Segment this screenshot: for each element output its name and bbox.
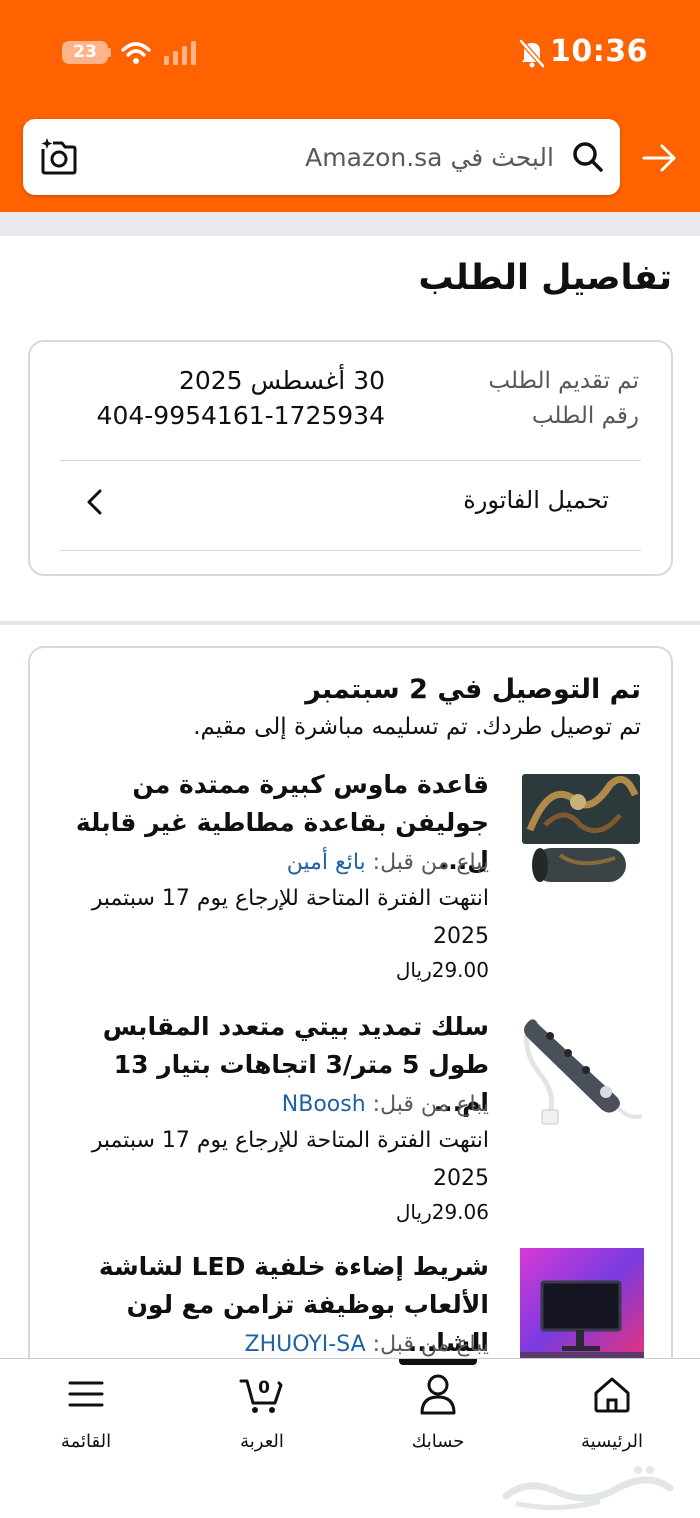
order-placed-label: تم تقديم الطلب [488,368,639,394]
page-title: تفاصيل الطلب [418,258,672,298]
item-seller: يباع من قبل: ZHUOYI-SA [245,1332,489,1357]
nav-account[interactable]: حسابك [378,1371,498,1452]
item-price: 29.00ريال [395,958,489,982]
download-invoice-link[interactable]: تحميل الفاتورة [463,486,609,514]
item-seller: يباع من قبل: بائع أمين [287,850,489,875]
delivery-status-subtitle: تم توصيل طردك. تم تسليمه مباشرة إلى مقيم… [193,714,641,740]
active-tab-indicator [399,1359,477,1365]
order-item[interactable]: قاعدة ماوس كبيرة ممتدة من جوليفن بقاعدة … [30,766,675,986]
battery-indicator: 23 [62,41,108,64]
seller-link[interactable]: ZHUOYI-SA [245,1332,366,1357]
status-bar: 23 10:36 [0,0,700,100]
cart-count: 0 [258,1378,270,1398]
sold-by-label: يباع من قبل: [372,1332,489,1357]
chevron-left-icon[interactable] [82,487,106,517]
nav-home[interactable]: الرئيسية [552,1371,672,1452]
nav-cart-label: العربة [240,1431,284,1452]
section-separator [0,621,700,625]
divider [60,550,641,551]
nav-menu[interactable]: القائمة [26,1371,146,1452]
order-number-label: رقم الطلب [531,403,639,429]
order-placed-date: 30 أغسطس 2025 [178,366,385,395]
return-window-note: انتهت الفترة المتاحة للإرجاع يوم 17 سبتم… [91,886,489,949]
nav-cart[interactable]: 0 العربة [202,1371,322,1452]
header-separator [0,212,700,236]
clock: 10:36 [550,34,648,69]
search-input[interactable]: البحث في Amazon.sa [23,119,620,195]
order-summary-card: تم تقديم الطلب 30 أغسطس 2025 رقم الطلب 4… [28,340,673,576]
signal-icon [164,41,196,65]
seller-link[interactable]: NBoosh [282,1092,366,1117]
forward-arrow-icon[interactable] [640,138,680,178]
menu-icon [68,1381,104,1407]
delivery-status-title: تم التوصيل في 2 سبتمبر [305,674,641,705]
search-icon[interactable] [570,139,606,175]
nav-menu-label: القائمة [60,1431,112,1452]
sold-by-label: يباع من قبل: [372,850,489,875]
nav-home-label: الرئيسية [581,1431,643,1452]
divider [60,460,641,461]
app-header: 23 10:36 البحث في Amazon.sa [0,0,700,212]
sold-by-label: يباع من قبل: [372,1092,489,1117]
item-price: 29.06ريال [395,1200,489,1224]
cart-icon: 0 [239,1378,283,1413]
order-item[interactable]: سلك تمديد بيتي متعدد المقابس طول 5 متر/3… [30,1008,675,1228]
watermark-logo [502,1466,674,1511]
product-image-extension-cord[interactable] [520,1012,644,1132]
home-icon [594,1377,630,1413]
product-image-mousepad[interactable] [520,770,644,890]
camera-search-icon[interactable] [39,137,79,177]
order-number-value: 404-9954161-1725934 [96,401,385,430]
search-placeholder: البحث في Amazon.sa [305,143,554,172]
seller-link[interactable]: بائع أمين [287,850,366,875]
battery-tip [108,48,111,57]
delivery-card: تم التوصيل في 2 سبتمبر تم توصيل طردك. تم… [28,646,673,1406]
item-seller: يباع من قبل: NBoosh [282,1092,489,1117]
nav-account-label: حسابك [411,1431,465,1452]
product-image-led-strip[interactable] [520,1248,644,1360]
return-window-note: انتهت الفترة المتاحة للإرجاع يوم 17 سبتم… [91,1128,489,1191]
mute-bell-icon [519,39,545,68]
wifi-icon [121,42,151,64]
account-icon [420,1374,456,1415]
